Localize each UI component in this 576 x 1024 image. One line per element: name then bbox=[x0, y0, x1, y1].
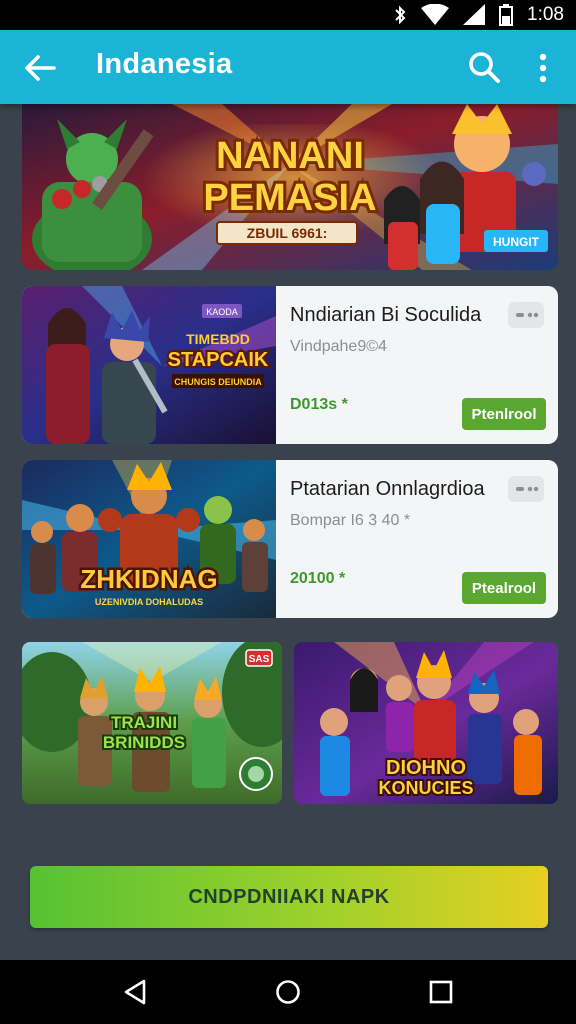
install-button[interactable]: Ptenlrool bbox=[462, 398, 546, 430]
app-card[interactable]: STAPCAIK STAPCAIK TIMEBDD CHUNGIS DEIUND… bbox=[22, 286, 558, 444]
card-art-subtitle: UZENIVDIA DOHALUDAS bbox=[95, 597, 203, 607]
card-art-subtitle: TIMEBDD bbox=[186, 331, 250, 347]
banner-badge: HUNGIT bbox=[493, 235, 540, 249]
card-art-title: ZHKIDNAG bbox=[80, 564, 217, 594]
back-triangle-icon[interactable] bbox=[120, 977, 150, 1007]
search-icon[interactable] bbox=[466, 49, 502, 85]
card-art-tag: KAODA bbox=[206, 307, 238, 317]
bluetooth-icon bbox=[395, 5, 406, 25]
arrow-left-icon[interactable] bbox=[22, 50, 58, 86]
tile-art-title: TRAJINI bbox=[111, 713, 177, 732]
card-art-title: STAPCAIK bbox=[168, 349, 269, 371]
tile-art-subtitle: BRINIDDS bbox=[103, 733, 185, 752]
banner-artwork: NANANI NANANI PEMASIA PEMASIA ZBUIL 6961… bbox=[22, 104, 558, 270]
app-thumbnail: STAPCAIK STAPCAIK TIMEBDD CHUNGIS DEIUND… bbox=[22, 286, 276, 444]
content-area: NANANI NANANI PEMASIA PEMASIA ZBUIL 6961… bbox=[0, 104, 576, 960]
tile-art-title: DIOHNO bbox=[386, 757, 466, 779]
featured-banner[interactable]: NANANI NANANI PEMASIA PEMASIA ZBUIL 6961… bbox=[22, 104, 558, 270]
app-name: Nndiarian Bi Soculida bbox=[290, 304, 482, 326]
game-tile[interactable]: DIOHNO DIOHNO KONUCIES KONUCIES bbox=[294, 642, 558, 804]
game-tile[interactable]: TRAJINI TRAJINI BRINIDDS BRINIDDS SAS bbox=[22, 642, 282, 804]
banner-title: NANANI NANANI PEMASIA PEMASIA bbox=[200, 132, 379, 222]
tile-art-tag: SAS bbox=[249, 654, 270, 665]
install-button[interactable]: Ptealrool bbox=[462, 572, 546, 604]
app-subtitle: Vindpahe9©4 bbox=[290, 338, 387, 355]
status-bar: 1:08 bbox=[0, 0, 576, 30]
svg-text:PEMASIA: PEMASIA bbox=[203, 177, 376, 219]
app-card[interactable]: ZHKIDNAG ZHKIDNAG UZENIVDIA DOHALUDAS Pt… bbox=[22, 460, 558, 618]
app-price: D013s * bbox=[290, 396, 348, 413]
wifi-icon bbox=[421, 4, 450, 25]
page-title: Indanesia bbox=[96, 48, 233, 80]
more-horiz-icon[interactable] bbox=[508, 302, 544, 328]
more-horiz-icon[interactable] bbox=[508, 476, 544, 502]
tile-art-subtitle: KONUCIES bbox=[378, 778, 473, 798]
battery-icon bbox=[499, 4, 514, 26]
app-name: Ptatarian Onnlagrdioa bbox=[290, 478, 485, 500]
more-vert-icon[interactable] bbox=[530, 50, 556, 86]
svg-text:NANANI: NANANI bbox=[216, 135, 364, 177]
card-art-tag-line: CHUNGIS DEIUNDIA bbox=[174, 377, 262, 387]
banner-ribbon: ZBUIL 6961: bbox=[247, 225, 328, 241]
navigation-bar bbox=[0, 960, 576, 1024]
app-thumbnail: ZHKIDNAG ZHKIDNAG UZENIVDIA DOHALUDAS bbox=[22, 460, 276, 618]
app-bar: Indanesia bbox=[0, 30, 576, 104]
app-subtitle: Bompar I6 3 40 * bbox=[290, 512, 411, 529]
signal-icon bbox=[463, 4, 486, 25]
tile-artwork: DIOHNO DIOHNO KONUCIES KONUCIES bbox=[294, 642, 558, 804]
recents-square-icon[interactable] bbox=[426, 977, 456, 1007]
app-price: 20100 * bbox=[290, 570, 346, 587]
tile-artwork: TRAJINI TRAJINI BRINIDDS BRINIDDS SAS bbox=[22, 642, 282, 804]
home-circle-icon[interactable] bbox=[273, 977, 303, 1007]
download-apk-button[interactable]: CNDPDNIIAKI NAPK bbox=[30, 866, 548, 928]
status-time: 1:08 bbox=[527, 4, 564, 25]
